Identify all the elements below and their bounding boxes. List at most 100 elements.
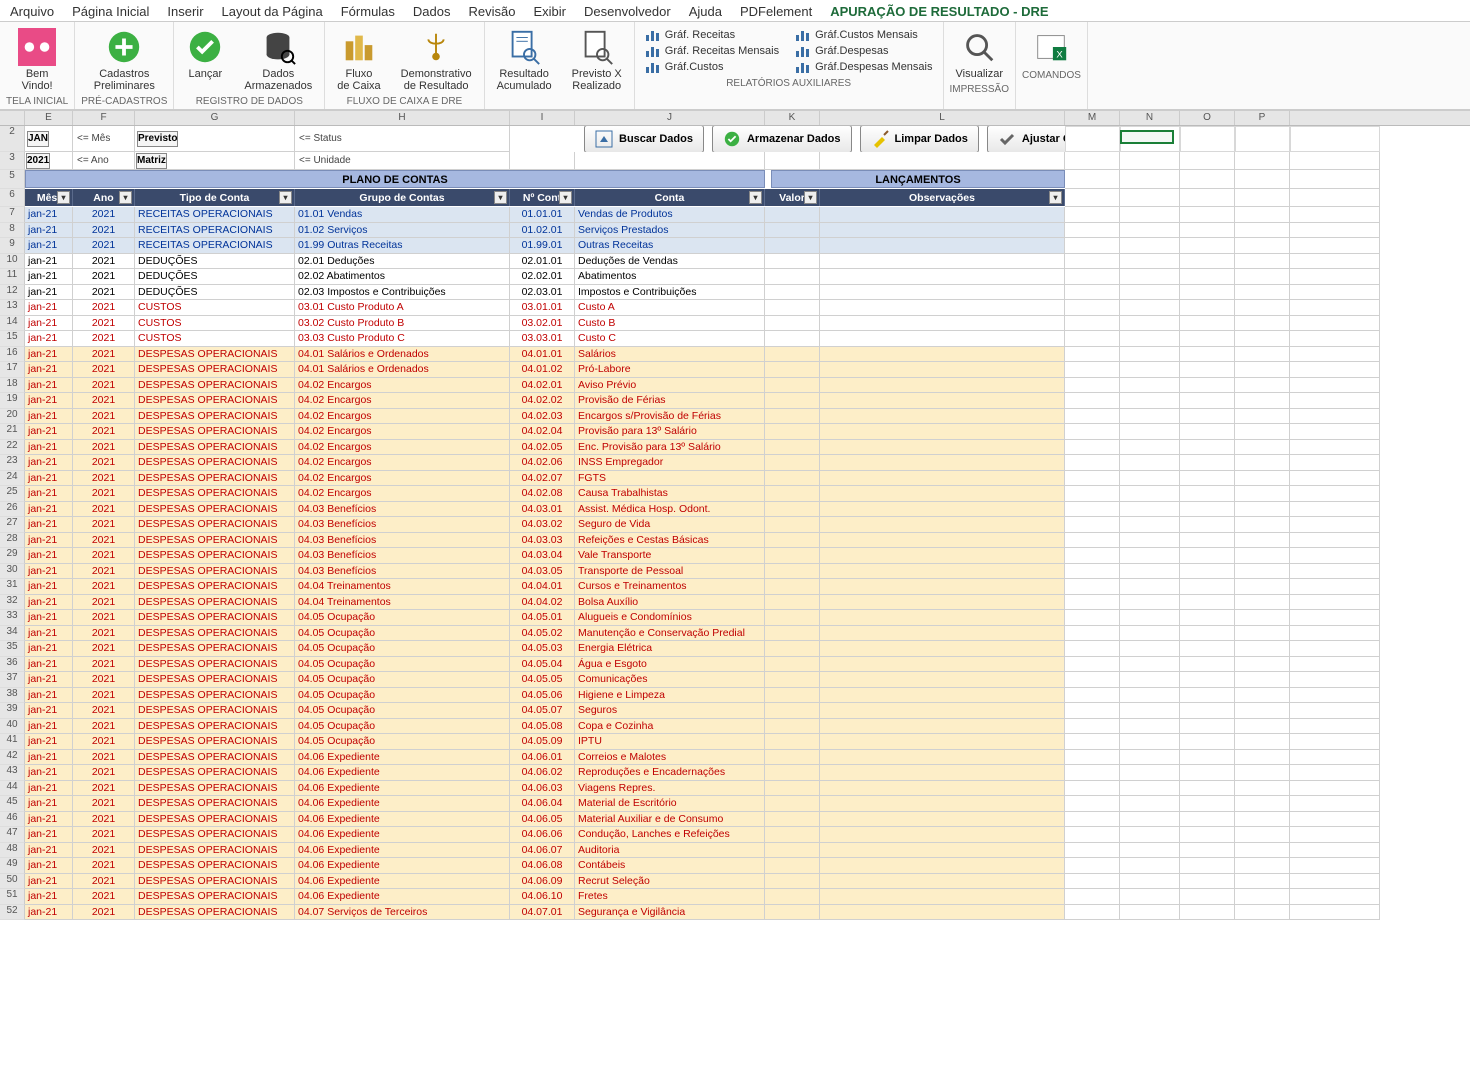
- cell-numero[interactable]: 04.01.02: [510, 362, 575, 378]
- col-header-F[interactable]: F: [73, 111, 135, 125]
- row-header[interactable]: 12: [0, 285, 25, 301]
- col-header-tipo-de-conta[interactable]: Tipo de Conta▾: [135, 189, 295, 206]
- col-header-observa-es[interactable]: Observações▾: [820, 189, 1065, 206]
- empty-cell[interactable]: [1290, 657, 1380, 673]
- cell-numero[interactable]: 04.02.01: [510, 378, 575, 394]
- empty-cell[interactable]: [1120, 170, 1180, 189]
- cell-conta[interactable]: Cursos e Treinamentos: [575, 579, 765, 595]
- empty-cell[interactable]: [1290, 152, 1380, 170]
- cell-conta[interactable]: Manutenção e Conservação Predial: [575, 626, 765, 642]
- row-header[interactable]: 42: [0, 750, 25, 766]
- cell-obs[interactable]: [820, 657, 1065, 673]
- empty-cell[interactable]: [1120, 719, 1180, 735]
- cell-tipo[interactable]: DEDUÇÕES: [135, 285, 295, 301]
- action-limpar-dados[interactable]: Limpar Dados: [860, 126, 979, 152]
- menu-f-rmulas[interactable]: Fórmulas: [341, 4, 395, 19]
- cell-obs[interactable]: [820, 889, 1065, 905]
- empty-cell[interactable]: [1065, 269, 1120, 285]
- empty-cell[interactable]: [1290, 486, 1380, 502]
- cell-tipo[interactable]: DESPESAS OPERACIONAIS: [135, 471, 295, 487]
- cell-conta[interactable]: Aviso Prévio: [575, 378, 765, 394]
- cell-ano[interactable]: 2021: [73, 796, 135, 812]
- empty-cell[interactable]: [1120, 223, 1180, 239]
- empty-cell[interactable]: [1235, 548, 1290, 564]
- filter-dropdown-icon[interactable]: ▾: [804, 191, 817, 204]
- empty-cell[interactable]: [1065, 796, 1120, 812]
- cell-ano[interactable]: 2021: [73, 285, 135, 301]
- empty-cell[interactable]: [1065, 316, 1120, 332]
- empty-cell[interactable]: [1120, 285, 1180, 301]
- action-ajustar-contas[interactable]: Ajustar Contas: [987, 126, 1065, 152]
- empty-cell[interactable]: [1180, 579, 1235, 595]
- cell-grupo[interactable]: 04.02 Encargos: [295, 409, 510, 425]
- cell-valor[interactable]: [765, 486, 820, 502]
- cell-valor[interactable]: [765, 781, 820, 797]
- cell-obs[interactable]: [820, 579, 1065, 595]
- cell-grupo[interactable]: 04.02 Encargos: [295, 471, 510, 487]
- status-selector[interactable]: Previsto: [137, 131, 178, 147]
- empty-cell[interactable]: [1235, 378, 1290, 394]
- ribbon-btn-excel[interactable]: X: [1026, 26, 1076, 68]
- cell-mes[interactable]: jan-21: [25, 424, 73, 440]
- cell-obs[interactable]: [820, 316, 1065, 332]
- cell-obs[interactable]: [820, 207, 1065, 223]
- cell-mes[interactable]: jan-21: [25, 300, 73, 316]
- empty-cell[interactable]: [1065, 812, 1120, 828]
- empty-cell[interactable]: [1235, 703, 1290, 719]
- empty-cell[interactable]: [1235, 486, 1290, 502]
- empty-cell[interactable]: [1235, 858, 1290, 874]
- cell-numero[interactable]: 04.05.01: [510, 610, 575, 626]
- empty-cell[interactable]: [1290, 269, 1380, 285]
- empty-cell[interactable]: [1235, 362, 1290, 378]
- cell-grupo[interactable]: 04.05 Ocupação: [295, 641, 510, 657]
- row-header[interactable]: 29: [0, 548, 25, 564]
- empty-cell[interactable]: [1290, 765, 1380, 781]
- empty-cell[interactable]: [1065, 238, 1120, 254]
- select-all-corner[interactable]: [0, 111, 25, 125]
- cell-conta[interactable]: Abatimentos: [575, 269, 765, 285]
- empty-cell[interactable]: [1065, 827, 1120, 843]
- cell-grupo[interactable]: 04.04 Treinamentos: [295, 579, 510, 595]
- cell-mes[interactable]: jan-21: [25, 316, 73, 332]
- cell-numero[interactable]: 04.05.03: [510, 641, 575, 657]
- cell-valor[interactable]: [765, 765, 820, 781]
- empty-cell[interactable]: [1120, 610, 1180, 626]
- cell-valor[interactable]: [765, 827, 820, 843]
- empty-cell[interactable]: [1065, 223, 1120, 239]
- cell-valor[interactable]: [765, 440, 820, 456]
- empty-cell[interactable]: [1180, 641, 1235, 657]
- cell-numero[interactable]: 04.05.02: [510, 626, 575, 642]
- cell-grupo[interactable]: 04.02 Encargos: [295, 378, 510, 394]
- empty-cell[interactable]: [1290, 827, 1380, 843]
- empty-cell[interactable]: [1235, 750, 1290, 766]
- row-header[interactable]: 16: [0, 347, 25, 363]
- cell-mes[interactable]: jan-21: [25, 564, 73, 580]
- empty-cell[interactable]: [1180, 548, 1235, 564]
- col-header-n-cont[interactable]: Nº Cont▾: [510, 189, 575, 206]
- cell-conta[interactable]: Energia Elétrica: [575, 641, 765, 657]
- cell-conta[interactable]: Outras Receitas: [575, 238, 765, 254]
- cell-grupo[interactable]: 02.03 Impostos e Contribuições: [295, 285, 510, 301]
- cell-tipo[interactable]: RECEITAS OPERACIONAIS: [135, 238, 295, 254]
- ribbon-btn-demonstrativo-de-resultado[interactable]: Demonstrativode Resultado: [395, 26, 478, 94]
- cell-ano[interactable]: 2021: [73, 564, 135, 580]
- cell-ano[interactable]: 2021: [73, 688, 135, 704]
- filter-dropdown-icon[interactable]: ▾: [57, 191, 70, 204]
- empty-cell[interactable]: [1235, 393, 1290, 409]
- empty-cell[interactable]: [1290, 238, 1380, 254]
- cell-numero[interactable]: 04.06.02: [510, 765, 575, 781]
- cell-obs[interactable]: [820, 734, 1065, 750]
- empty-cell[interactable]: [1120, 347, 1180, 363]
- empty-cell[interactable]: [1235, 688, 1290, 704]
- cell-numero[interactable]: 01.01.01: [510, 207, 575, 223]
- cell-valor[interactable]: [765, 207, 820, 223]
- empty-cell[interactable]: [1290, 170, 1380, 189]
- cell-obs[interactable]: [820, 765, 1065, 781]
- empty-cell[interactable]: [1235, 455, 1290, 471]
- empty-cell[interactable]: [1065, 750, 1120, 766]
- cell-ano[interactable]: 2021: [73, 781, 135, 797]
- cell-tipo[interactable]: DESPESAS OPERACIONAIS: [135, 657, 295, 673]
- cell-ano[interactable]: 2021: [73, 300, 135, 316]
- empty-cell[interactable]: [1065, 703, 1120, 719]
- menu-exibir[interactable]: Exibir: [533, 4, 566, 19]
